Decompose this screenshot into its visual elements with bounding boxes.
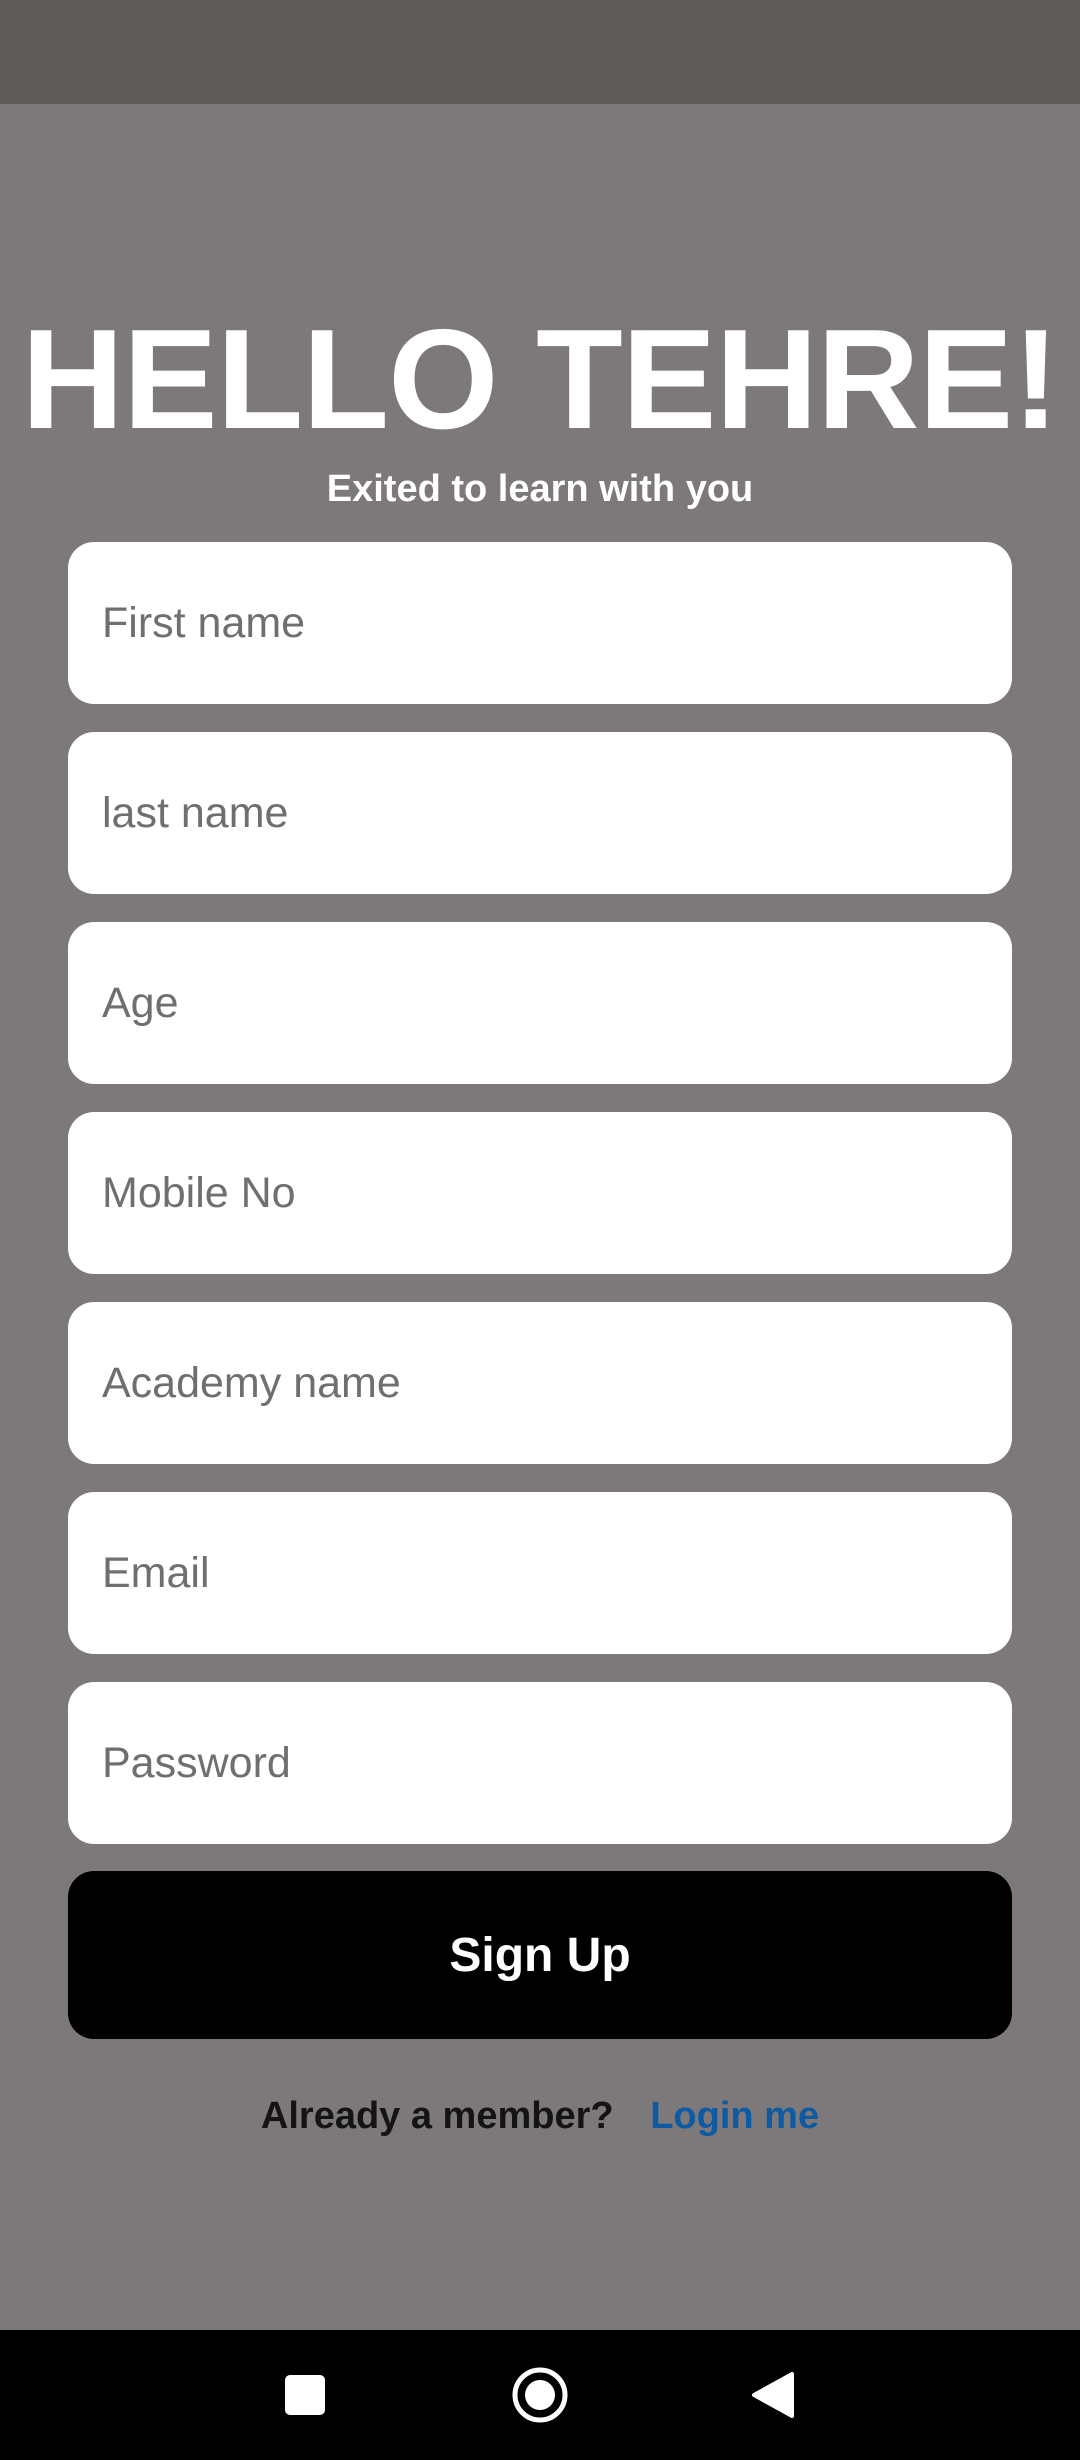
- mobile-no-input[interactable]: [68, 1112, 1012, 1274]
- recent-apps-button[interactable]: [265, 2355, 345, 2435]
- password-input[interactable]: [68, 1682, 1012, 1844]
- page-title: HELLO TEHRE!: [21, 300, 1059, 459]
- status-bar: [0, 0, 1080, 104]
- back-button[interactable]: [732, 2355, 812, 2435]
- sign-up-button[interactable]: Sign Up: [68, 1871, 1012, 2039]
- login-link[interactable]: Login me: [650, 2095, 819, 2137]
- age-input[interactable]: [68, 922, 1012, 1084]
- login-row: Already a member? Login me: [0, 2088, 1080, 2144]
- academy-name-input[interactable]: [68, 1302, 1012, 1464]
- home-icon: [512, 2367, 568, 2423]
- already-member-text: Already a member?: [260, 2095, 614, 2137]
- back-icon: [752, 2372, 794, 2418]
- last-name-input[interactable]: [68, 732, 1012, 894]
- recent-apps-icon: [285, 2375, 325, 2415]
- page-subtitle: Exited to learn with you: [326, 468, 754, 510]
- first-name-input[interactable]: [68, 542, 1012, 704]
- home-button[interactable]: [500, 2355, 580, 2435]
- navigation-bar: [0, 2330, 1080, 2460]
- email-input[interactable]: [68, 1492, 1012, 1654]
